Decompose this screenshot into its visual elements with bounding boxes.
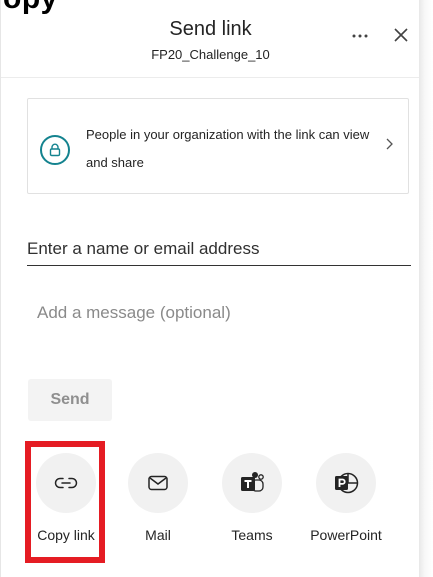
page: opy Send link FP20_Challenge_10 xyxy=(0,0,433,577)
close-button[interactable] xyxy=(387,21,415,49)
permission-icon-circle xyxy=(40,135,70,165)
message-input[interactable] xyxy=(37,298,407,328)
teams-label: Teams xyxy=(231,527,273,543)
powerpoint-option[interactable]: PowerPoint xyxy=(296,441,396,561)
teams-icon-circle xyxy=(222,453,282,513)
recipient-input[interactable] xyxy=(27,232,411,266)
copy-link-option[interactable]: Copy link xyxy=(16,441,116,561)
teams-option[interactable]: Teams xyxy=(202,441,302,561)
mail-option[interactable]: Mail xyxy=(108,441,208,561)
mail-label: Mail xyxy=(145,527,171,543)
dialog-header: Send link FP20_Challenge_10 xyxy=(1,0,420,72)
link-icon xyxy=(54,477,78,489)
chevron-right-icon xyxy=(386,138,393,150)
mail-icon-circle xyxy=(128,453,188,513)
powerpoint-icon-circle xyxy=(316,453,376,513)
lock-icon xyxy=(49,143,61,157)
copy-link-label: Copy link xyxy=(37,527,95,543)
dialog-subtitle: FP20_Challenge_10 xyxy=(151,47,270,62)
send-button[interactable]: Send xyxy=(28,379,112,421)
panel-edge-shadow xyxy=(419,0,433,577)
close-icon xyxy=(394,28,408,42)
permission-description: People in your organization with the lin… xyxy=(86,127,370,170)
powerpoint-icon xyxy=(335,472,359,494)
powerpoint-label: PowerPoint xyxy=(310,527,382,543)
link-permission-settings[interactable]: People in your organization with the lin… xyxy=(27,98,409,194)
more-options-button[interactable] xyxy=(347,24,373,48)
teams-icon xyxy=(241,472,264,492)
send-link-dialog: opy Send link FP20_Challenge_10 xyxy=(0,0,420,577)
ellipsis-icon xyxy=(352,34,368,38)
copy-link-icon-circle xyxy=(36,453,96,513)
mail-icon xyxy=(148,475,168,491)
header-divider xyxy=(1,77,420,78)
